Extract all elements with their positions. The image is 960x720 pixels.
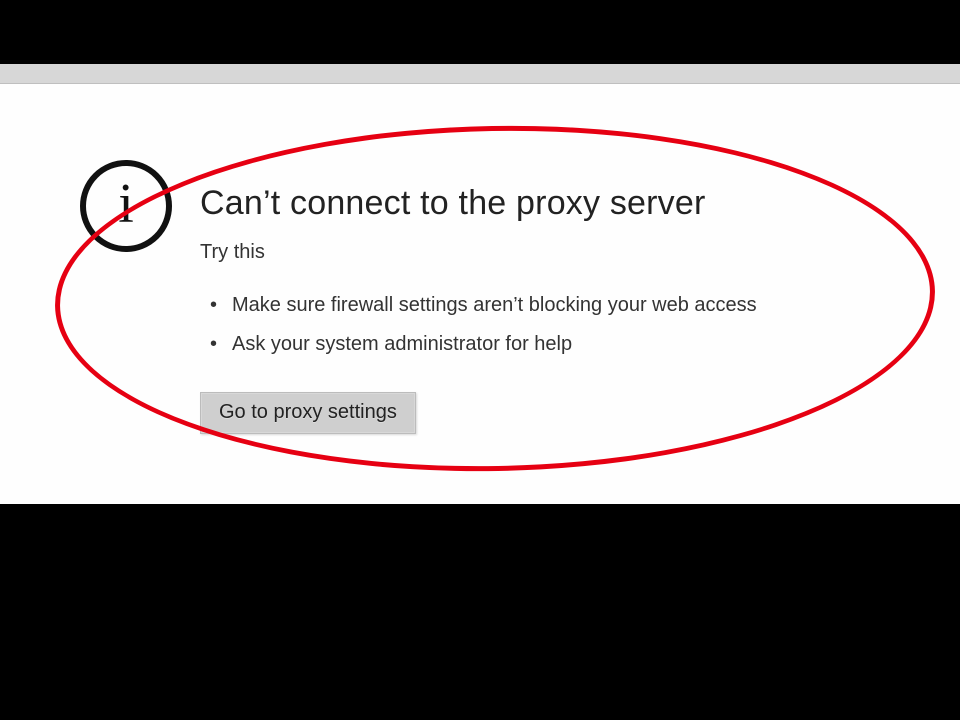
suggestion-list: Make sure firewall settings aren’t block… bbox=[210, 286, 757, 364]
error-content: i Can’t connect to the proxy server Try … bbox=[80, 184, 757, 434]
error-page: i Can’t connect to the proxy server Try … bbox=[0, 84, 960, 504]
error-text-column: Can’t connect to the proxy server Try th… bbox=[200, 184, 757, 434]
browser-chrome-strip bbox=[0, 64, 960, 84]
error-subtitle: Try this bbox=[200, 241, 757, 264]
info-glyph: i bbox=[118, 176, 134, 232]
letterbox-bottom bbox=[0, 504, 960, 720]
go-to-proxy-settings-button[interactable]: Go to proxy settings bbox=[200, 392, 416, 434]
suggestion-item: Ask your system administrator for help bbox=[210, 325, 757, 364]
suggestion-item: Make sure firewall settings aren’t block… bbox=[210, 286, 757, 325]
letterbox-top bbox=[0, 0, 960, 64]
error-title: Can’t connect to the proxy server bbox=[200, 184, 757, 223]
info-icon: i bbox=[80, 160, 172, 252]
